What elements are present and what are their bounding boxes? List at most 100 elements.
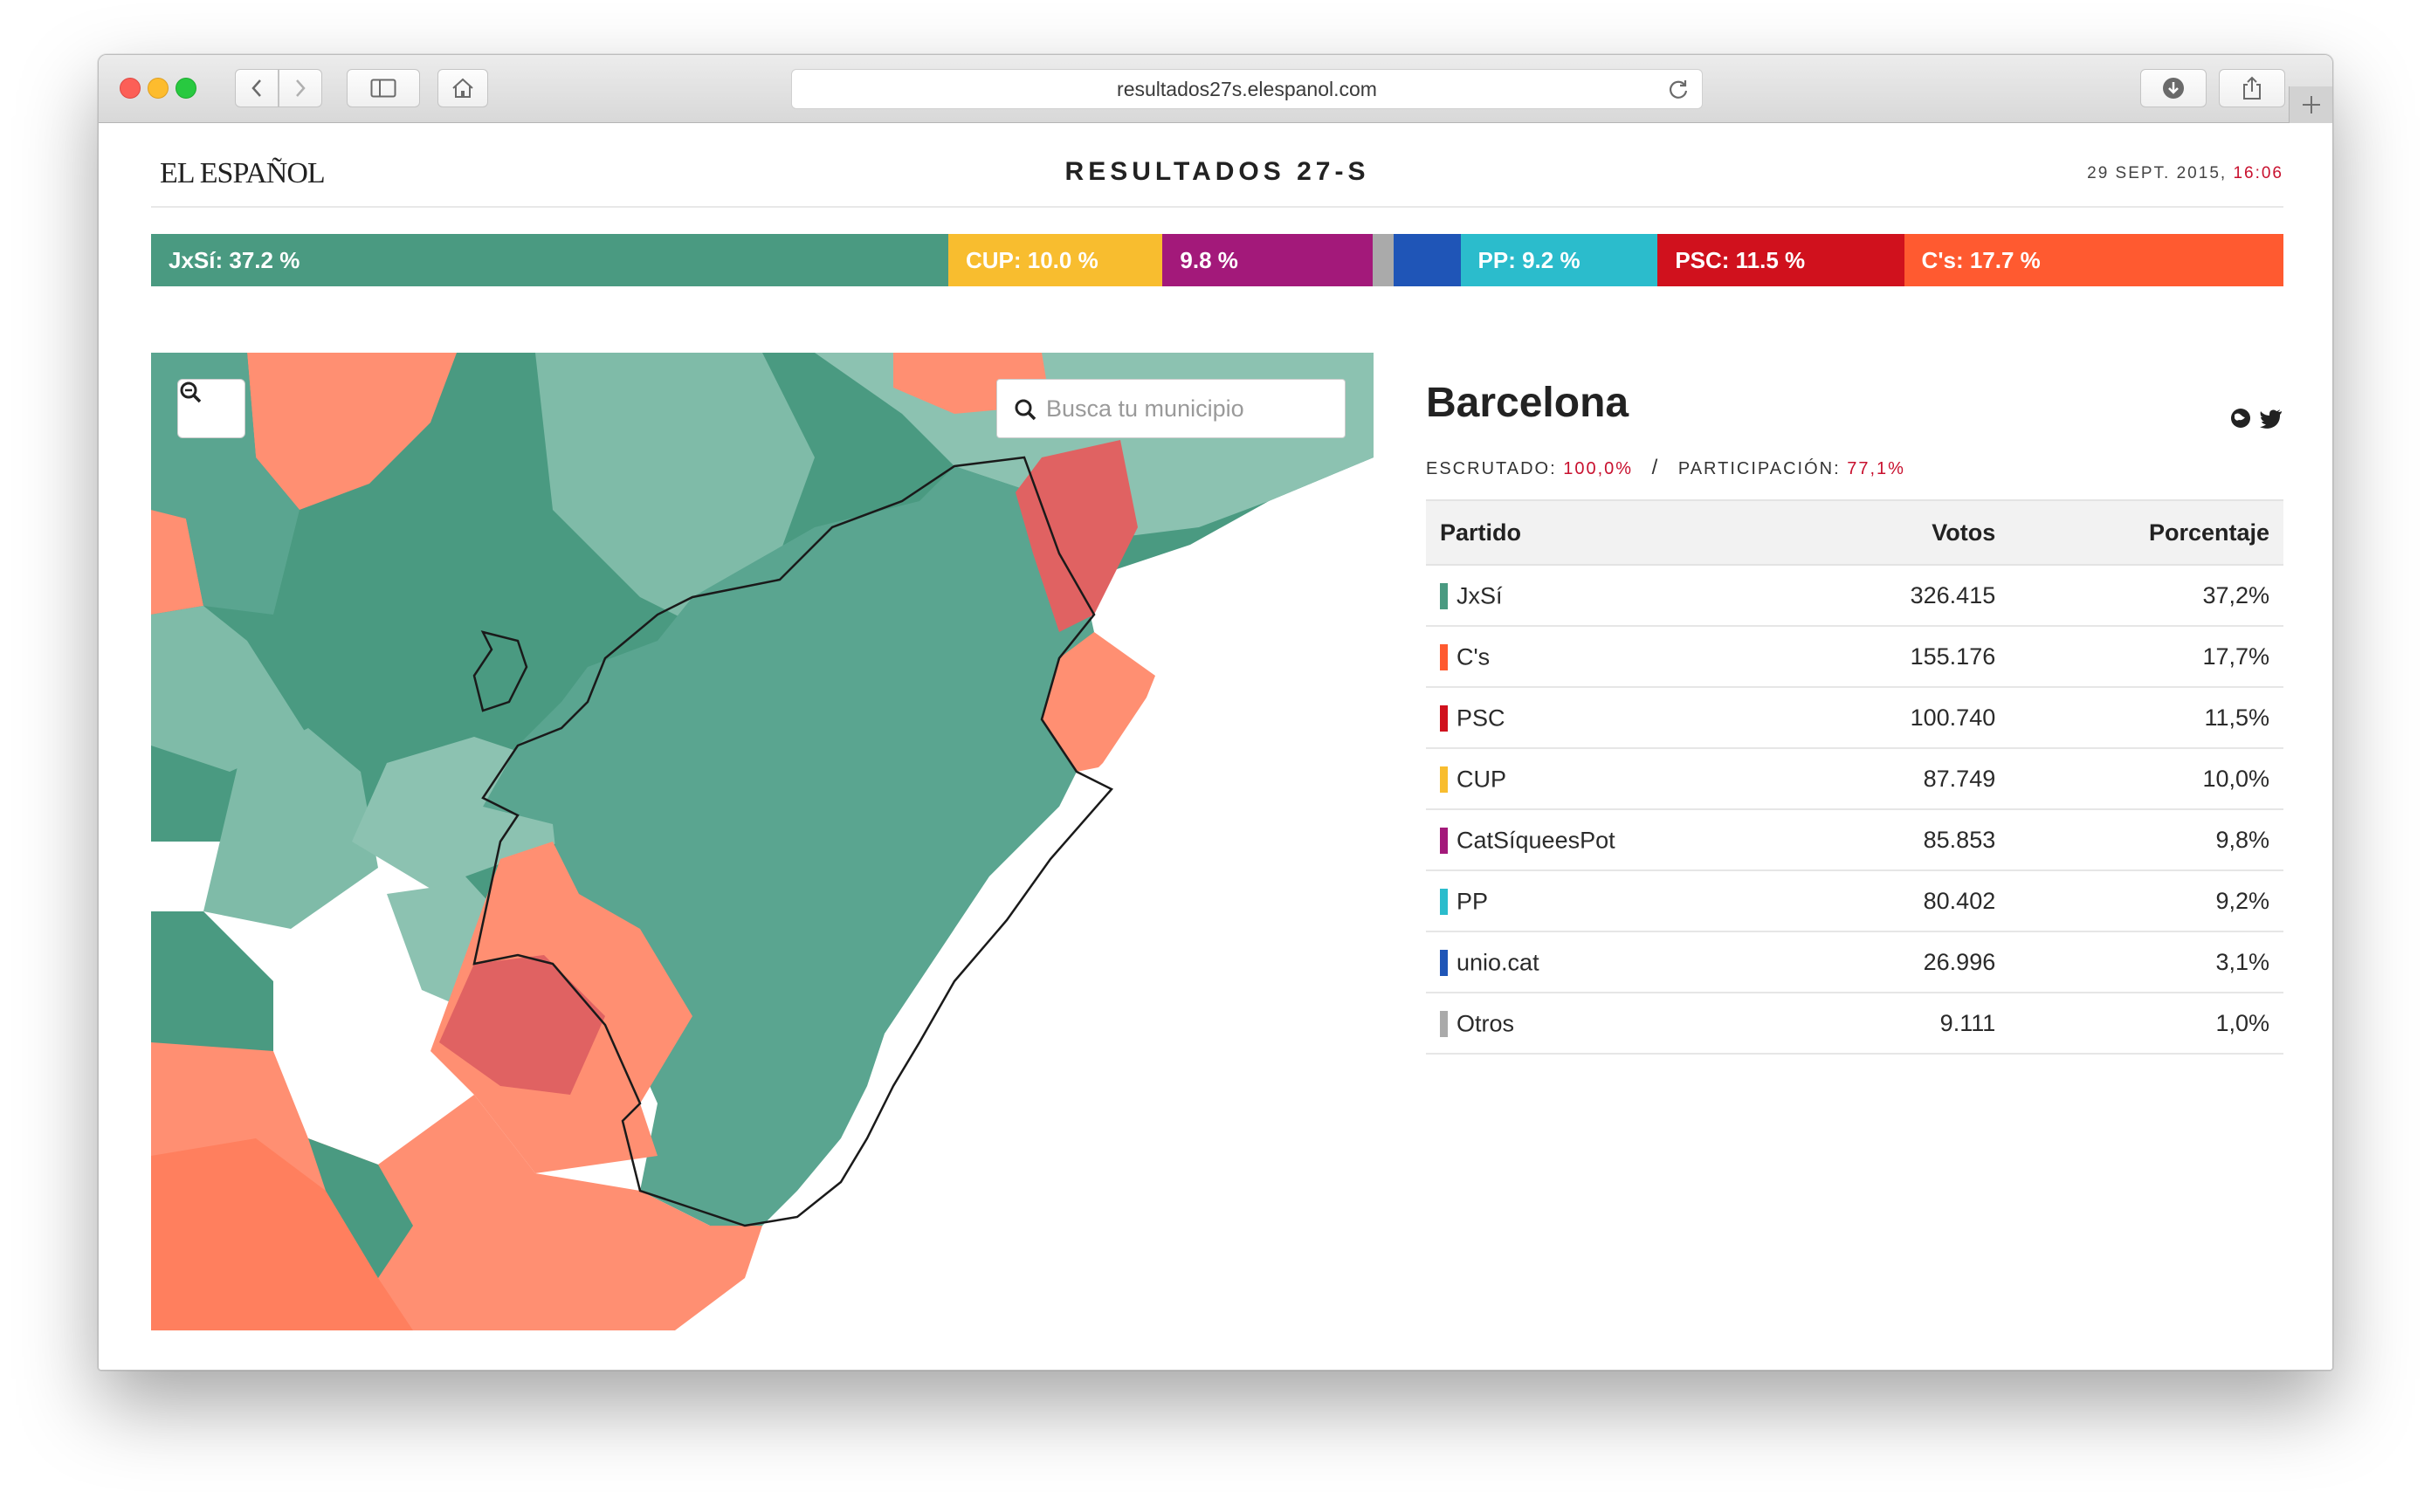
web-page: EL ESPAÑOL RESULTADOS 27-S 29 SEPT. 2015…: [99, 124, 2332, 1370]
party-color-swatch: [1440, 582, 1448, 609]
table-row[interactable]: CatSíqueesPot 85.853 9,8%: [1426, 809, 2283, 871]
new-tab-button[interactable]: [2289, 86, 2332, 123]
address-bar[interactable]: resultados27s.elespanol.com: [791, 69, 1703, 109]
party-color-swatch: [1440, 827, 1448, 854]
table-row[interactable]: JxSí 326.415 37,2%: [1426, 565, 2283, 627]
summary-bar-segment[interactable]: 9.8 %: [1162, 234, 1373, 286]
table-row[interactable]: PSC 100.740 11,5%: [1426, 687, 2283, 749]
reload-icon[interactable]: [1667, 78, 1690, 100]
share-button[interactable]: [2219, 69, 2285, 107]
votes-cell: 80.402: [1801, 870, 2010, 932]
globe-icon[interactable]: [2229, 407, 2252, 430]
party-name: PP: [1457, 888, 1489, 915]
summary-bar-segment[interactable]: PP: 9.2 %: [1460, 234, 1658, 286]
escrutado-label: ESCRUTADO:: [1426, 459, 1557, 478]
sidebar-button[interactable]: [347, 69, 420, 107]
table-row[interactable]: C's 155.176 17,7%: [1426, 626, 2283, 688]
municipality-name: Barcelona: [1426, 380, 1629, 426]
table-row[interactable]: unio.cat 26.996 3,1%: [1426, 931, 2283, 993]
downloads-button[interactable]: [2140, 69, 2207, 107]
summary-bar-segment[interactable]: [1372, 234, 1395, 286]
participacion-label: PARTICIPACIÓN:: [1677, 459, 1841, 478]
percentage-cell: 17,7%: [2009, 626, 2283, 688]
zoom-out-icon: [180, 381, 202, 403]
search-icon: [1015, 399, 1036, 421]
summary-bar-segment[interactable]: CUP: 10.0 %: [947, 234, 1163, 286]
party-name: C's: [1457, 643, 1491, 670]
votes-cell: 87.749: [1801, 748, 2010, 810]
results-map[interactable]: [151, 353, 1374, 1330]
stats-separator: /: [1651, 456, 1660, 479]
summary-bar-segment[interactable]: [1394, 234, 1461, 286]
close-window-button[interactable]: [120, 78, 141, 99]
percentage-cell: 10,0%: [2009, 748, 2283, 810]
party-cell: CUP: [1426, 748, 1801, 810]
party-cell: CatSíqueesPot: [1426, 809, 1801, 871]
participacion-value: 77,1%: [1847, 459, 1905, 478]
votes-cell: 85.853: [1801, 809, 2010, 871]
minimize-window-button[interactable]: [148, 78, 169, 99]
party-cell: JxSí: [1426, 565, 1801, 627]
votes-cell: 26.996: [1801, 931, 2010, 993]
column-header-party[interactable]: Partido: [1426, 499, 1801, 566]
summary-bar-segment[interactable]: JxSí: 37.2 %: [151, 234, 948, 286]
party-color-swatch: [1440, 704, 1448, 732]
count-stats: ESCRUTADO: 100,0% / PARTICIPACIÓN: 77,1%: [1426, 456, 1905, 480]
column-header-percentage[interactable]: Porcentaje: [2009, 499, 2283, 566]
party-name: JxSí: [1457, 582, 1503, 609]
share-icon: [2243, 76, 2261, 100]
summary-bar-segment[interactable]: PSC: 11.5 %: [1657, 234, 1904, 286]
twitter-icon[interactable]: [2259, 407, 2283, 430]
table-row[interactable]: Otros 9.111 1,0%: [1426, 993, 2283, 1055]
party-name: Otros: [1457, 1010, 1515, 1037]
party-color-swatch: [1440, 1010, 1448, 1037]
chevron-right-icon: [296, 79, 306, 97]
percentage-cell: 37,2%: [2009, 565, 2283, 627]
municipality-map[interactable]: [151, 353, 1374, 1330]
party-name: CUP: [1457, 766, 1507, 793]
zoom-out-button[interactable]: [177, 379, 245, 438]
table-row[interactable]: CUP 87.749 10,0%: [1426, 748, 2283, 810]
column-header-votes[interactable]: Votos: [1801, 499, 2010, 566]
votes-cell: 326.415: [1801, 565, 2010, 627]
url-text: resultados27s.elespanol.com: [1117, 77, 1377, 100]
results-table: Partido Votos Porcentaje JxSí 326.415 37,2…: [1426, 499, 2283, 1055]
party-color-swatch: [1440, 766, 1448, 793]
municipality-search[interactable]: [996, 379, 1346, 438]
party-cell: C's: [1426, 626, 1801, 688]
municipality-search-input[interactable]: [1046, 395, 1326, 423]
votes-cell: 155.176: [1801, 626, 2010, 688]
update-timestamp: 29 SEPT. 2015, 16:06: [2087, 164, 2283, 183]
sidebar-icon: [370, 79, 396, 98]
party-cell: Otros: [1426, 993, 1801, 1055]
update-date: 29 SEPT. 2015,: [2087, 164, 2228, 182]
zoom-window-button[interactable]: [176, 78, 196, 99]
table-row[interactable]: PP 80.402 9,2%: [1426, 870, 2283, 932]
chevron-left-icon: [251, 79, 261, 97]
party-name: CatSíqueesPot: [1457, 827, 1615, 854]
page-title: RESULTADOS 27-S: [1064, 157, 1370, 186]
home-icon: [452, 78, 473, 98]
party-name: PSC: [1457, 704, 1505, 732]
browser-toolbar: resultados27s.elespanol.com: [99, 55, 2332, 123]
summary-bar-segment[interactable]: C's: 17.7 %: [1904, 234, 2283, 286]
percentage-cell: 9,2%: [2009, 870, 2283, 932]
votes-cell: 100.740: [1801, 687, 2010, 749]
plus-icon: [2302, 96, 2320, 113]
party-cell: PSC: [1426, 687, 1801, 749]
percentage-cell: 1,0%: [2009, 993, 2283, 1055]
percentage-cell: 11,5%: [2009, 687, 2283, 749]
share-icons: [2229, 407, 2283, 430]
back-button[interactable]: [235, 69, 279, 107]
home-button[interactable]: [437, 69, 488, 107]
party-cell: PP: [1426, 870, 1801, 932]
forward-button[interactable]: [279, 69, 322, 107]
table-header-row: Partido Votos Porcentaje: [1426, 499, 2283, 566]
party-cell: unio.cat: [1426, 931, 1801, 993]
party-color-swatch: [1440, 888, 1448, 915]
votes-cell: 9.111: [1801, 993, 2010, 1055]
update-time: 16:06: [2233, 164, 2283, 182]
party-color-swatch: [1440, 643, 1448, 670]
results-table-body: JxSí 326.415 37,2% C's 155.176 17,7% PSC 100.74…: [1426, 565, 2283, 1055]
percentage-cell: 3,1%: [2009, 931, 2283, 993]
